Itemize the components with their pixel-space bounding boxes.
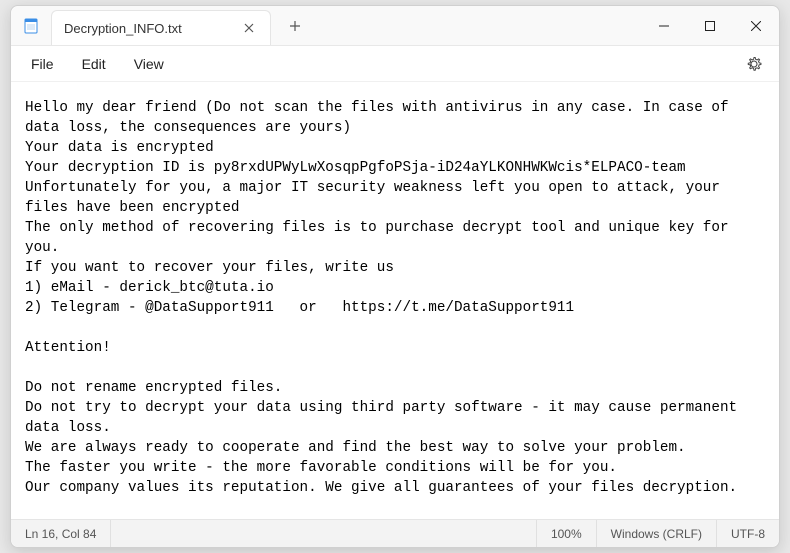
menu-edit[interactable]: Edit (70, 50, 118, 78)
status-spacer (111, 520, 537, 547)
window-controls (641, 6, 779, 45)
gear-icon (746, 56, 762, 72)
notepad-window: Decryption_INFO.txt File Edit View (10, 5, 780, 548)
maximize-button[interactable] (687, 6, 733, 45)
notepad-app-icon (11, 6, 43, 45)
statusbar: Ln 16, Col 84 100% Windows (CRLF) UTF-8 (11, 519, 779, 547)
status-cursor-position: Ln 16, Col 84 (11, 520, 111, 547)
status-line-ending: Windows (CRLF) (597, 520, 717, 547)
document-tab[interactable]: Decryption_INFO.txt (51, 10, 271, 45)
minimize-button[interactable] (641, 6, 687, 45)
menubar: File Edit View (11, 46, 779, 82)
text-editor-area[interactable]: Hello my dear friend (Do not scan the fi… (11, 82, 779, 519)
menu-view[interactable]: View (122, 50, 176, 78)
status-zoom[interactable]: 100% (537, 520, 597, 547)
close-window-button[interactable] (733, 6, 779, 45)
tab-title: Decryption_INFO.txt (64, 21, 182, 36)
close-tab-button[interactable] (240, 19, 258, 37)
settings-button[interactable] (737, 49, 771, 79)
titlebar: Decryption_INFO.txt (11, 6, 779, 46)
new-tab-button[interactable] (277, 6, 313, 45)
status-encoding: UTF-8 (717, 520, 779, 547)
menu-file[interactable]: File (19, 50, 66, 78)
titlebar-drag-area[interactable] (313, 6, 641, 45)
